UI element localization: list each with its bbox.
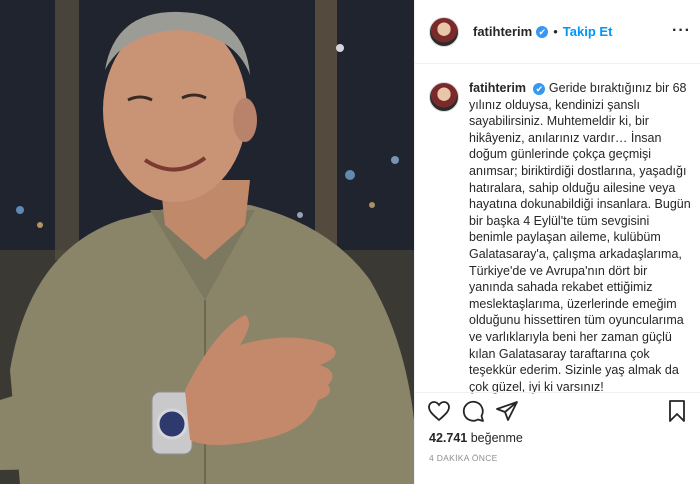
caption-text-block: fatihterim ✔ Geride bıraktığınız bir 68 …	[469, 80, 691, 395]
caption-verified-badge-icon: ✔	[533, 83, 546, 95]
caption-avatar[interactable]	[429, 82, 459, 112]
post-photo-illustration	[0, 0, 414, 484]
more-options-icon[interactable]: ···	[672, 22, 691, 40]
verified-badge-icon: ✔	[536, 25, 549, 38]
caption: fatihterim ✔ Geride bıraktığınız bir 68 …	[429, 80, 691, 395]
post-header: fatihterim ✔ • Takip Et ···	[415, 0, 700, 64]
likes-number: 42.741	[429, 431, 468, 445]
avatar[interactable]	[429, 16, 459, 47]
separator-dot: •	[553, 24, 558, 39]
share-icon[interactable]	[495, 399, 519, 423]
comment-icon[interactable]	[461, 399, 485, 423]
instagram-post: fatihterim ✔ • Takip Et ··· fatihterim ✔…	[0, 0, 700, 484]
post-side-panel: fatihterim ✔ • Takip Et ··· fatihterim ✔…	[414, 0, 700, 484]
follow-button[interactable]: Takip Et	[563, 24, 613, 39]
post-timestamp[interactable]: 4 DAKİKA ÖNCE	[429, 453, 498, 463]
bookmark-icon[interactable]	[665, 399, 689, 423]
caption-body: Geride bıraktığınız bir 68 yılınız olduy…	[469, 81, 691, 394]
post-photo[interactable]	[0, 0, 414, 484]
heart-icon[interactable]	[427, 399, 451, 423]
likes-count[interactable]: 42.741 beğenme	[429, 431, 523, 445]
username-link[interactable]: fatihterim	[473, 24, 532, 39]
caption-username[interactable]: fatihterim	[469, 81, 526, 95]
likes-label: beğenme	[470, 431, 523, 445]
action-bar: 42.741 beğenme 4 DAKİKA ÖNCE	[415, 392, 700, 484]
